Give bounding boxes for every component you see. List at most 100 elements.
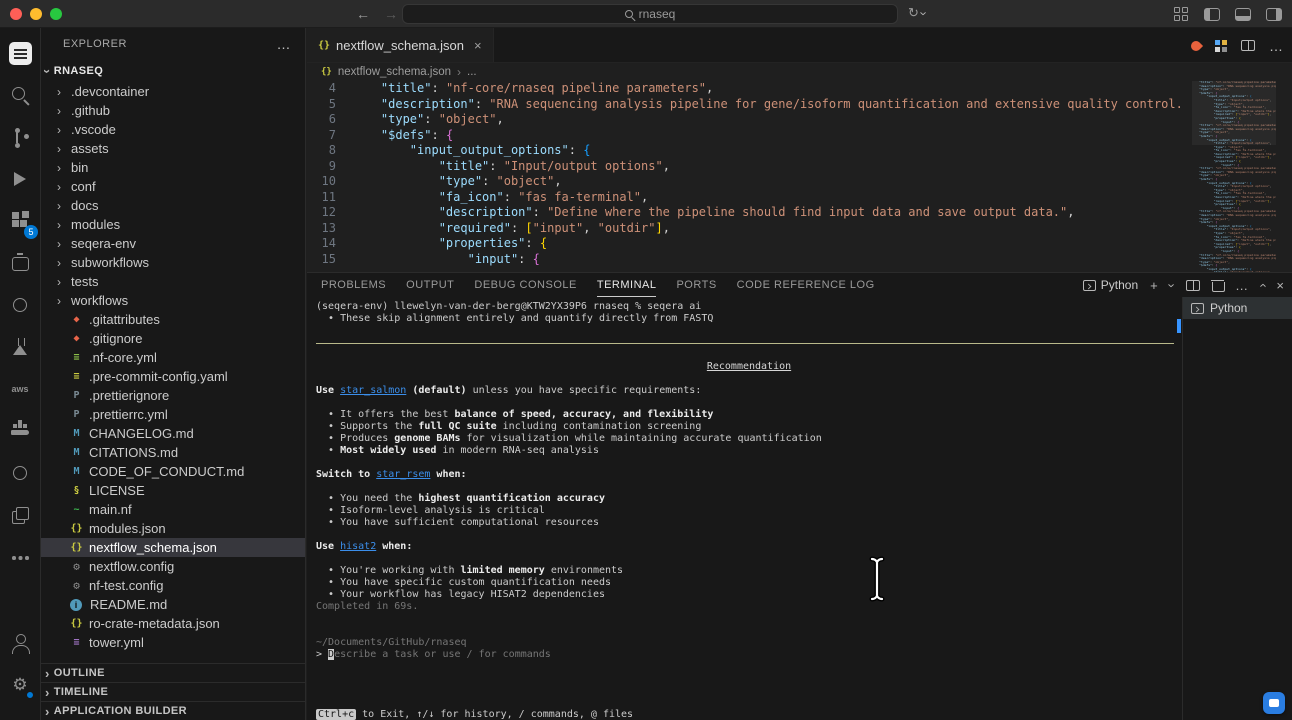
new-terminal-icon[interactable]: + bbox=[1150, 279, 1158, 292]
launch-profile-chevron-icon[interactable]: › bbox=[1165, 283, 1178, 287]
info-file-icon: i bbox=[70, 599, 82, 611]
back-icon[interactable]: ← bbox=[356, 6, 370, 22]
terminal-profile-dropdown[interactable]: Python bbox=[1083, 278, 1138, 292]
tree-file-main-nf[interactable]: ~main.nf bbox=[41, 500, 305, 519]
minimap[interactable]: "title": "nf-core/rnaseq pipeline parame… bbox=[1192, 81, 1276, 272]
breadcrumb-file[interactable]: nextflow_schema.json bbox=[338, 66, 451, 78]
bottom-panel: PROBLEMS OUTPUT DEBUG CONSOLE TERMINAL PORTS… bbox=[307, 272, 1292, 720]
terminal-command-link[interactable]: hisat2 bbox=[340, 541, 376, 552]
panel-tab-debug-console[interactable]: DEBUG CONSOLE bbox=[474, 273, 576, 297]
activity-source-control-button[interactable] bbox=[5, 122, 35, 152]
flame-icon[interactable] bbox=[1189, 38, 1203, 52]
panel-tab-output[interactable]: OUTPUT bbox=[406, 273, 454, 297]
activity-environments-button[interactable] bbox=[5, 458, 35, 488]
toggle-primary-sidebar-icon[interactable] bbox=[1204, 8, 1220, 21]
activity-aws-toolkit-button[interactable]: aws bbox=[5, 374, 35, 404]
tree-file-nf-core-yml[interactable]: ≡.nf-core.yml bbox=[41, 348, 305, 367]
explorer-more-actions-icon[interactable]: … bbox=[277, 36, 292, 52]
activity-search-button[interactable] bbox=[5, 80, 35, 110]
close-tab-icon[interactable]: × bbox=[474, 38, 482, 53]
breadcrumb[interactable]: {} nextflow_schema.json › ... bbox=[307, 63, 1292, 81]
panel-tab-code-reference-log[interactable]: CODE REFERENCE LOG bbox=[737, 273, 875, 297]
activity-testing-button[interactable] bbox=[5, 332, 35, 362]
tree-file-tower-yml[interactable]: ≡tower.yml bbox=[41, 633, 305, 652]
floating-action-button[interactable] bbox=[1263, 692, 1285, 714]
tree-file-modules-json[interactable]: {}modules.json bbox=[41, 519, 305, 538]
tree-folder-devcontainer[interactable]: ›.devcontainer bbox=[41, 82, 305, 101]
activity-layers-button[interactable] bbox=[5, 500, 35, 530]
section-outline[interactable]: ›OUTLINE bbox=[41, 663, 305, 682]
activity-run-and-debug-button[interactable] bbox=[5, 164, 35, 194]
more-actions-icon[interactable]: … bbox=[1269, 38, 1284, 54]
panel-tab-ports[interactable]: PORTS bbox=[676, 273, 716, 297]
toggle-secondary-sidebar-icon[interactable] bbox=[1266, 8, 1282, 21]
activity-settings-button[interactable]: ⚙ bbox=[5, 670, 35, 700]
section-timeline[interactable]: ›TIMELINE bbox=[41, 682, 305, 701]
tree-folder-modules[interactable]: ›modules bbox=[41, 215, 305, 234]
split-terminal-icon[interactable] bbox=[1186, 280, 1200, 291]
history-nav: ← → bbox=[356, 0, 398, 28]
tree-folder-seqera-env[interactable]: ›seqera-env bbox=[41, 234, 305, 253]
forward-icon[interactable]: → bbox=[384, 6, 398, 22]
tree-folder-bin[interactable]: ›bin bbox=[41, 158, 305, 177]
customize-layout-icon[interactable] bbox=[1174, 7, 1189, 22]
tree-file-ro-crate-metadata-json[interactable]: {}ro-crate-metadata.json bbox=[41, 614, 305, 633]
tree-folder-docs[interactable]: ›docs bbox=[41, 196, 305, 215]
terminal-scrollbar[interactable] bbox=[1177, 319, 1181, 333]
tree-folder-assets[interactable]: ›assets bbox=[41, 139, 305, 158]
tree-file-pre-commit-config-yaml[interactable]: ≡.pre-commit-config.yaml bbox=[41, 367, 305, 386]
tree-folder-conf[interactable]: ›conf bbox=[41, 177, 305, 196]
breadcrumb-symbol[interactable]: ... bbox=[467, 66, 477, 78]
terminal-command-link[interactable]: star_rsem bbox=[376, 469, 430, 480]
maximize-panel-icon[interactable]: › bbox=[1256, 283, 1269, 287]
command-center-search[interactable]: rnaseq bbox=[402, 4, 898, 24]
panel-tab-terminal[interactable]: TERMINAL bbox=[597, 273, 657, 297]
tree-file-citations-md[interactable]: MCITATIONS.md bbox=[41, 443, 305, 462]
tree-file-code-of-conduct-md[interactable]: MCODE_OF_CONDUCT.md bbox=[41, 462, 305, 481]
section-application-builder[interactable]: ›APPLICATION BUILDER bbox=[41, 701, 305, 720]
tree-folder-vscode[interactable]: ›.vscode bbox=[41, 120, 305, 139]
toggle-panel-icon[interactable] bbox=[1235, 8, 1251, 21]
tree-file-nextflow-schema-json[interactable]: {}nextflow_schema.json bbox=[41, 538, 305, 557]
activity-extensions-button[interactable]: 5 bbox=[5, 206, 35, 236]
activity-dev-container-button[interactable] bbox=[5, 248, 35, 278]
refresh-control[interactable]: ↻› bbox=[908, 5, 926, 21]
tree-file-gitattributes[interactable]: ◆.gitattributes bbox=[41, 310, 305, 329]
chevron-right-icon: › bbox=[57, 143, 71, 155]
split-editor-icon[interactable] bbox=[1241, 40, 1255, 51]
kill-terminal-icon[interactable] bbox=[1212, 279, 1223, 292]
activity-docker-button[interactable] bbox=[5, 416, 35, 446]
zoom-window-button[interactable] bbox=[50, 8, 62, 20]
tab-nextflow-schema-json[interactable]: {} nextflow_schema.json × bbox=[307, 28, 494, 62]
activity-remote-window-button[interactable] bbox=[5, 290, 35, 320]
activity-more-tools-button[interactable] bbox=[5, 542, 35, 572]
tree-file-prettierrc-yml[interactable]: P.prettierrc.yml bbox=[41, 405, 305, 424]
terminal-command-link[interactable]: star_salmon bbox=[340, 385, 406, 396]
terminal-output[interactable]: (seqera-env) llewelyn-van-der-berg@KTW2Y… bbox=[307, 297, 1182, 720]
workspace-root-row[interactable]: › RNASEQ bbox=[41, 60, 305, 82]
tree-file-nextflow-config[interactable]: ⚙nextflow.config bbox=[41, 557, 305, 576]
tree-folder-tests[interactable]: ›tests bbox=[41, 272, 305, 291]
tree-folder-github[interactable]: ›.github bbox=[41, 101, 305, 120]
minimap-slider[interactable] bbox=[1192, 81, 1276, 145]
tree-folder-workflows[interactable]: ›workflows bbox=[41, 291, 305, 310]
panel-more-actions-icon[interactable]: … bbox=[1235, 279, 1248, 292]
settings-update-dot bbox=[26, 691, 34, 699]
tree-folder-subworkflows[interactable]: ›subworkflows bbox=[41, 253, 305, 272]
panel-tab-problems[interactable]: PROBLEMS bbox=[321, 273, 386, 297]
activity-explorer-button[interactable] bbox=[5, 38, 35, 68]
tree-file-prettierignore[interactable]: P.prettierignore bbox=[41, 386, 305, 405]
tree-file-nf-test-config[interactable]: ⚙nf-test.config bbox=[41, 576, 305, 595]
minimize-window-button[interactable] bbox=[30, 8, 42, 20]
terminal-list-item-python[interactable]: Python bbox=[1183, 297, 1292, 319]
close-window-button[interactable] bbox=[10, 8, 22, 20]
tree-file-gitignore[interactable]: ◆.gitignore bbox=[41, 329, 305, 348]
code-editor[interactable]: 4 "title": "nf-core/rnaseq pipeline para… bbox=[307, 81, 1182, 272]
extension-action-icon[interactable] bbox=[1215, 40, 1227, 52]
activity-accounts-button[interactable] bbox=[5, 628, 35, 658]
explorer-title: EXPLORER bbox=[63, 38, 127, 50]
tree-file-changelog-md[interactable]: MCHANGELOG.md bbox=[41, 424, 305, 443]
close-panel-icon[interactable]: × bbox=[1276, 279, 1284, 292]
tree-file-readme-md[interactable]: iREADME.md bbox=[41, 595, 305, 614]
tree-file-license[interactable]: §LICENSE bbox=[41, 481, 305, 500]
